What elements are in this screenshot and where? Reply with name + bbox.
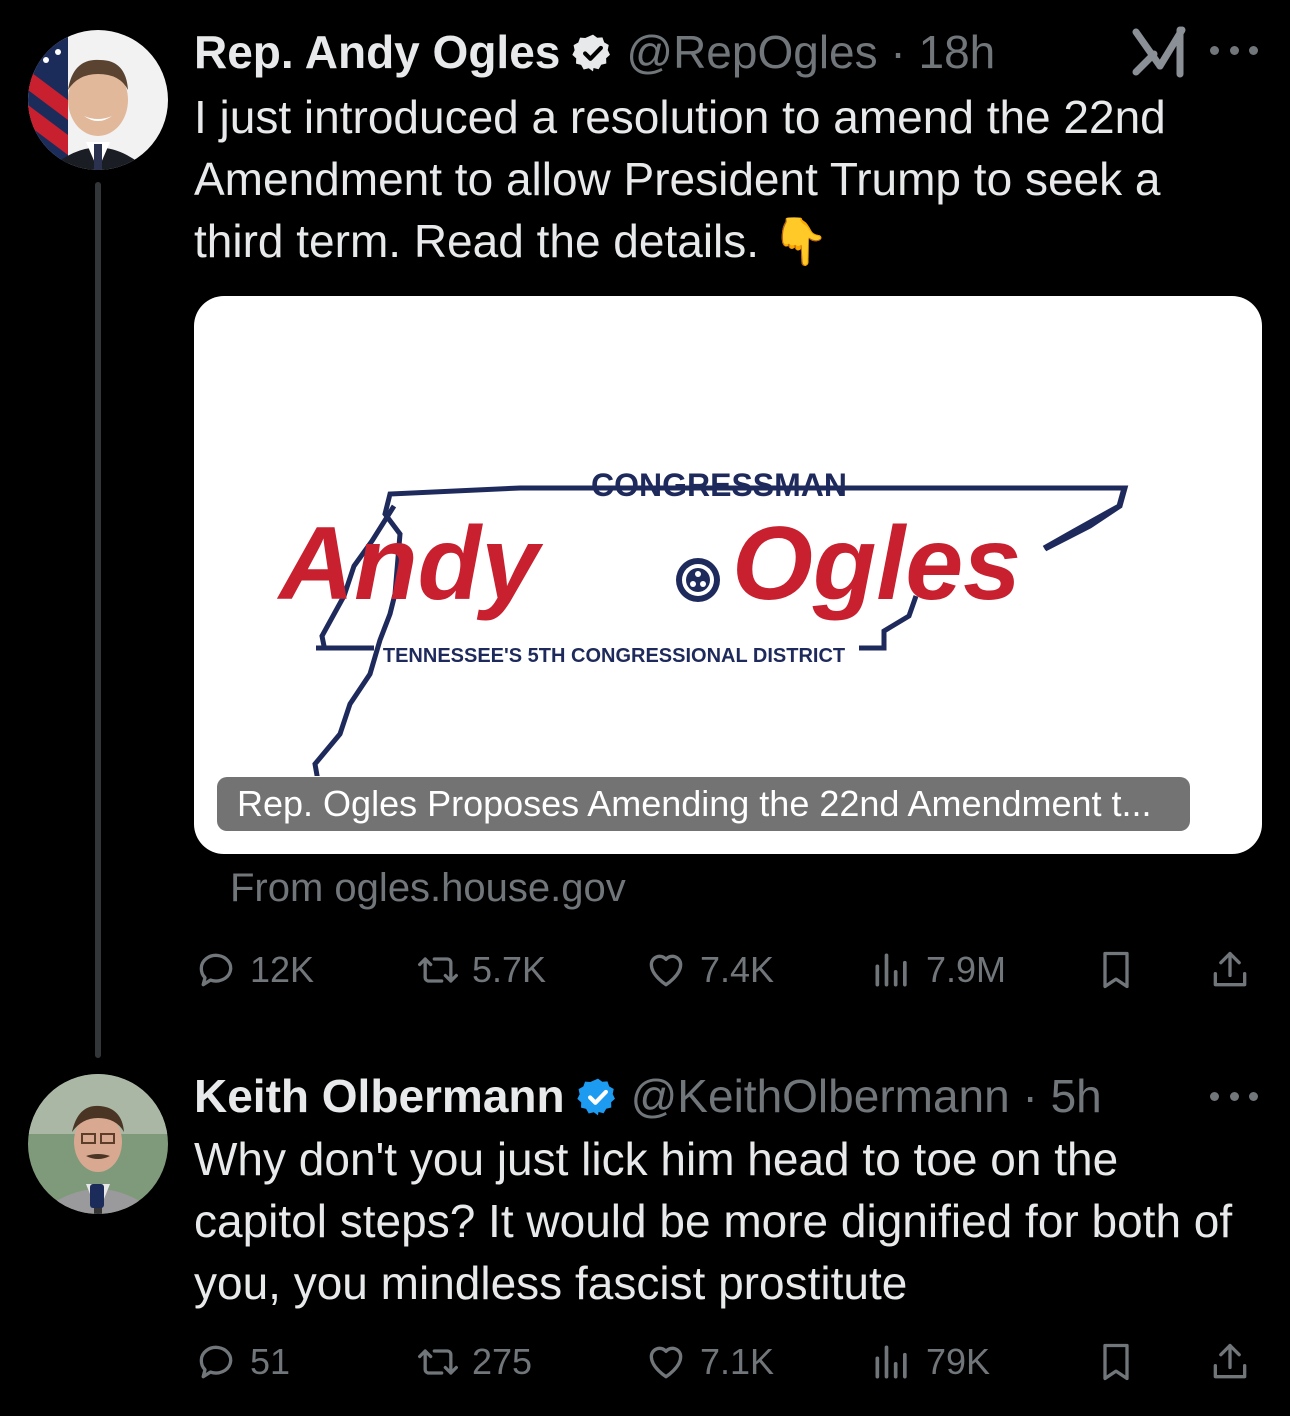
tri-star-icon xyxy=(676,558,720,602)
card-title[interactable]: Rep. Ogles Proposes Amending the 22nd Am… xyxy=(217,777,1190,831)
more-icon[interactable] xyxy=(1210,40,1258,60)
verified-badge-icon xyxy=(572,31,614,73)
views-button[interactable]: 7.9M xyxy=(870,940,1006,1000)
reply-icon xyxy=(199,1345,233,1379)
repost-icon xyxy=(418,1349,458,1375)
bookmark-icon xyxy=(1103,951,1129,989)
share-icon xyxy=(1213,951,1247,987)
reply-count: 12K xyxy=(250,949,315,990)
logo-bottom-text: TENNESSEE'S 5TH CONGRESSIONAL DISTRICT xyxy=(383,645,845,667)
bookmark-icon xyxy=(1103,1343,1129,1381)
handle-time[interactable]: @KeithOlbermann · 5h xyxy=(631,1069,1102,1123)
thread-line xyxy=(95,182,101,1058)
like-count: 7.1K xyxy=(700,1341,775,1382)
display-name[interactable]: Rep. Andy Ogles xyxy=(194,25,560,79)
logo-name-last: Ogles xyxy=(732,506,1021,622)
reply-button[interactable]: 51 xyxy=(194,1332,290,1392)
tweet-header: Keith Olbermann @KeithOlbermann · 5h xyxy=(194,1066,1102,1126)
bookmark-button[interactable] xyxy=(1094,940,1150,1000)
logo-name-first: Andy xyxy=(276,506,544,622)
like-icon xyxy=(649,1346,683,1379)
verified-badge-icon xyxy=(576,1075,619,1117)
like-icon xyxy=(649,954,683,987)
handle-time[interactable]: @RepOgles · 18h xyxy=(626,25,995,79)
reply-button[interactable]: 12K xyxy=(194,940,314,1000)
like-count: 7.4K xyxy=(700,949,775,990)
view-count: 79K xyxy=(926,1341,991,1382)
bookmark-button[interactable] xyxy=(1094,1332,1150,1392)
repost-button[interactable]: 275 xyxy=(416,1332,532,1392)
reply-icon xyxy=(199,953,233,987)
grok-icon[interactable] xyxy=(1130,24,1190,78)
like-button[interactable]: 7.4K xyxy=(644,940,774,1000)
logo-top-text: CONGRESSMAN xyxy=(591,467,847,503)
views-icon xyxy=(875,1345,907,1379)
tweet-text: I just introduced a resolution to amend … xyxy=(194,91,1166,267)
tweet-keitholbermann[interactable]: Keith Olbermann @KeithOlbermann · 5h Why… xyxy=(0,1050,1290,1416)
view-count: 7.9M xyxy=(926,949,1007,990)
reply-count: 51 xyxy=(250,1341,291,1382)
tweet-repogles[interactable]: Rep. Andy Ogles @RepOgles · 18h I just i… xyxy=(0,0,1290,1058)
like-button[interactable]: 7.1K xyxy=(644,1332,774,1392)
views-button[interactable]: 79K xyxy=(870,1332,990,1392)
share-icon xyxy=(1213,1343,1247,1379)
link-card[interactable]: CONGRESSMAN Andy Ogles TENNESSEE'S 5TH C… xyxy=(194,296,1262,854)
tweet-text: Why don't you just lick him head to toe … xyxy=(194,1133,1233,1309)
repost-count: 5.7K xyxy=(472,949,547,990)
more-icon[interactable] xyxy=(1210,1086,1258,1106)
views-icon xyxy=(875,953,907,987)
avatar-repogles[interactable] xyxy=(28,30,168,170)
action-bar: 51 275 7.1K 79K xyxy=(194,1332,1264,1392)
share-button[interactable] xyxy=(1208,940,1264,1000)
display-name[interactable]: Keith Olbermann xyxy=(194,1069,565,1123)
action-bar: 12K 5.7K 7.4K 7.9M xyxy=(194,940,1264,1000)
share-button[interactable] xyxy=(1208,1332,1264,1392)
repost-count: 275 xyxy=(472,1341,533,1382)
repost-icon xyxy=(418,957,458,983)
card-source[interactable]: From ogles.house.gov xyxy=(230,866,626,911)
avatar-keitholbermann[interactable] xyxy=(28,1074,168,1214)
repost-button[interactable]: 5.7K xyxy=(416,940,546,1000)
tweet-header: Rep. Andy Ogles @RepOgles · 18h xyxy=(194,22,995,82)
card-logo: CONGRESSMAN Andy Ogles TENNESSEE'S 5TH C… xyxy=(194,296,1262,782)
